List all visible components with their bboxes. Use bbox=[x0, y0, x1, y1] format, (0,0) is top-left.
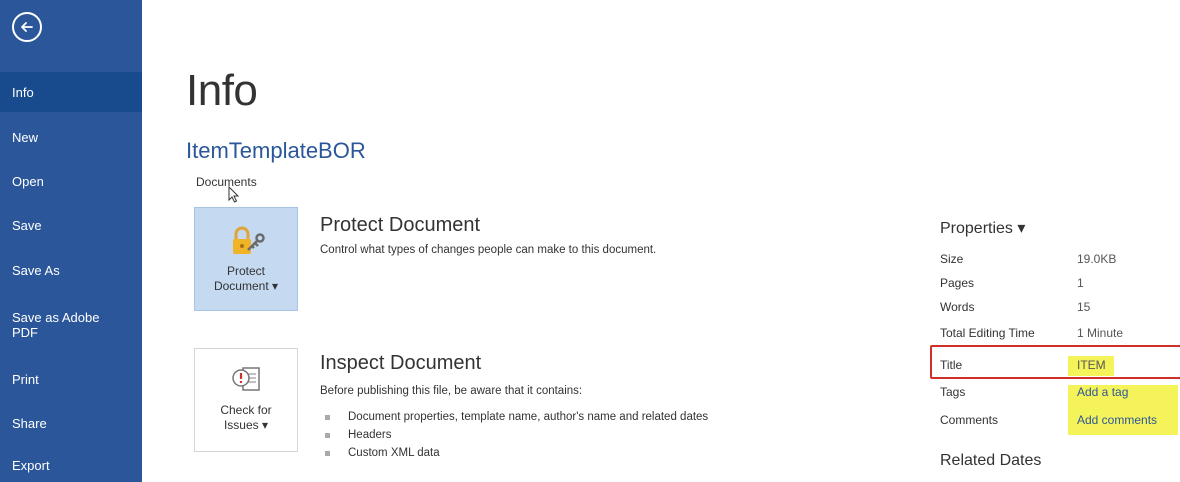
sidebar-item-label: Info bbox=[12, 84, 34, 100]
property-key: Size bbox=[940, 252, 964, 266]
sidebar-item-save-as-adobe-pdf[interactable]: Save as Adobe PDF bbox=[0, 304, 110, 346]
properties-dropdown[interactable]: Properties ▾ bbox=[940, 218, 1025, 238]
sidebar-item-label: Save bbox=[12, 217, 42, 233]
property-key: Words bbox=[940, 300, 975, 314]
sidebar-item-save[interactable]: Save bbox=[0, 208, 142, 242]
sidebar-item-label: Print bbox=[12, 371, 39, 387]
related-dates-heading: Related Dates bbox=[940, 452, 1042, 469]
bullet-icon bbox=[325, 450, 330, 456]
property-row-pages: Pages 1 bbox=[940, 273, 1180, 295]
sidebar-item-label: Save as Adobe PDF bbox=[12, 310, 100, 340]
sidebar-item-info[interactable]: Info bbox=[0, 72, 142, 112]
inspect-document-icon bbox=[232, 367, 260, 391]
back-arrow-icon bbox=[21, 22, 33, 32]
protect-document-description: Control what types of changes people can… bbox=[320, 244, 657, 256]
property-value: 19.0KB bbox=[1077, 252, 1117, 266]
inspect-bullet-list: Document properties, template name, auth… bbox=[323, 408, 708, 462]
property-value: 1 bbox=[1077, 276, 1084, 290]
property-key: Tags bbox=[940, 385, 966, 399]
property-row-size: Size 19.0KB bbox=[940, 249, 1180, 271]
list-item-text: Custom XML data bbox=[348, 447, 440, 459]
sidebar-item-label: Open bbox=[12, 173, 44, 189]
sidebar-item-new[interactable]: New bbox=[0, 120, 142, 154]
protect-tile-label-line2: Document ▾ bbox=[213, 279, 279, 293]
check-for-issues-button[interactable]: Check for Issues ▾ bbox=[194, 348, 298, 452]
list-item-text: Document properties, template name, auth… bbox=[348, 411, 709, 423]
mouse-cursor-icon bbox=[228, 186, 240, 203]
document-location[interactable]: Documents bbox=[196, 175, 257, 189]
sidebar-item-open[interactable]: Open bbox=[0, 164, 142, 198]
property-row-comments: Comments Add comments bbox=[940, 410, 1180, 432]
check-tile-label-line2: Issues ▾ bbox=[223, 418, 269, 432]
sidebar-item-share[interactable]: Share bbox=[0, 406, 142, 440]
property-key: Pages bbox=[940, 276, 975, 290]
sidebar-item-label: Export bbox=[12, 457, 50, 473]
property-value: 1 Minute bbox=[1077, 326, 1124, 340]
inspect-document-heading: Inspect Document bbox=[320, 352, 482, 374]
inspect-document-description: Before publishing this file, be aware th… bbox=[320, 385, 583, 397]
check-tile-label-line1: Check for bbox=[220, 403, 272, 417]
sidebar-item-label: Share bbox=[12, 415, 47, 431]
lock-key-icon bbox=[233, 226, 265, 254]
page-title: Info bbox=[186, 66, 258, 115]
annotation-highlight-box bbox=[930, 345, 1180, 379]
property-row-tags: Tags Add a tag bbox=[940, 382, 1180, 404]
property-value: 15 bbox=[1077, 300, 1091, 314]
sidebar-item-print[interactable]: Print bbox=[0, 362, 142, 396]
protect-document-button[interactable]: Protect Document ▾ bbox=[194, 207, 298, 311]
bullet-icon bbox=[325, 414, 330, 420]
property-row-total-editing-time: Total Editing Time 1 Minute bbox=[940, 323, 1180, 345]
protect-document-heading: Protect Document bbox=[320, 214, 481, 236]
tags-field[interactable]: Add a tag bbox=[1077, 385, 1128, 399]
comments-field[interactable]: Add comments bbox=[1077, 413, 1157, 427]
back-button[interactable] bbox=[12, 12, 42, 42]
list-item: Custom XML data bbox=[323, 444, 708, 462]
list-item-text: Headers bbox=[348, 429, 392, 441]
sidebar-item-label: Save As bbox=[12, 262, 60, 278]
list-item: Headers bbox=[323, 426, 708, 444]
document-name: ItemTemplateBOR bbox=[186, 138, 366, 163]
list-item: Document properties, template name, auth… bbox=[323, 408, 708, 426]
property-key: Comments bbox=[940, 413, 999, 427]
sidebar-item-save-as[interactable]: Save As bbox=[0, 252, 142, 288]
sidebar-item-label: New bbox=[12, 129, 39, 145]
sidebar-item-export[interactable]: Export bbox=[0, 448, 142, 482]
protect-tile-label-line1: Protect bbox=[226, 264, 265, 278]
property-row-words: Words 15 bbox=[940, 297, 1180, 319]
bullet-icon bbox=[325, 432, 330, 438]
property-key: Total Editing Time bbox=[940, 326, 1035, 340]
backstage-sidebar: Info New Open Save Save As Save as Adobe… bbox=[0, 0, 142, 482]
